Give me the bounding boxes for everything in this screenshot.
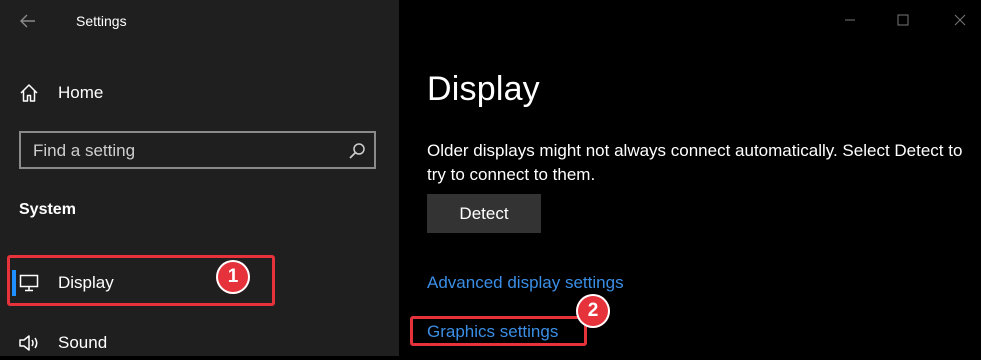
home-icon [18,82,40,104]
section-label-system: System [19,201,76,218]
search-box[interactable] [19,131,376,169]
description-text: Older displays might not always connect … [427,141,963,184]
close-icon [954,14,966,26]
close-button[interactable] [946,8,974,32]
minimize-button[interactable] [836,8,864,32]
search-icon[interactable] [348,142,366,160]
maximize-button[interactable] [889,8,917,32]
maximize-icon [897,14,909,26]
main-content: Display Older displays might not always … [399,0,981,356]
annotation-highlight-graphics [410,316,587,346]
nav-home[interactable]: Home [10,76,380,110]
sidebar-item-label: Sound [58,333,108,352]
sidebar-item-sound[interactable]: Sound [10,326,380,360]
app-title: Settings [76,13,127,29]
back-arrow-icon [20,14,35,28]
back-button[interactable] [14,8,42,34]
advanced-display-settings-link[interactable]: Advanced display settings [427,273,624,293]
search-input[interactable] [33,139,333,163]
nav-home-label: Home [58,83,104,102]
page-title: Display [427,70,540,108]
minimize-icon [845,19,855,21]
detect-button[interactable]: Detect [427,194,541,233]
annotation-badge-1: 1 [216,260,250,294]
speaker-icon [18,332,40,354]
annotation-badge-2: 2 [576,294,610,328]
